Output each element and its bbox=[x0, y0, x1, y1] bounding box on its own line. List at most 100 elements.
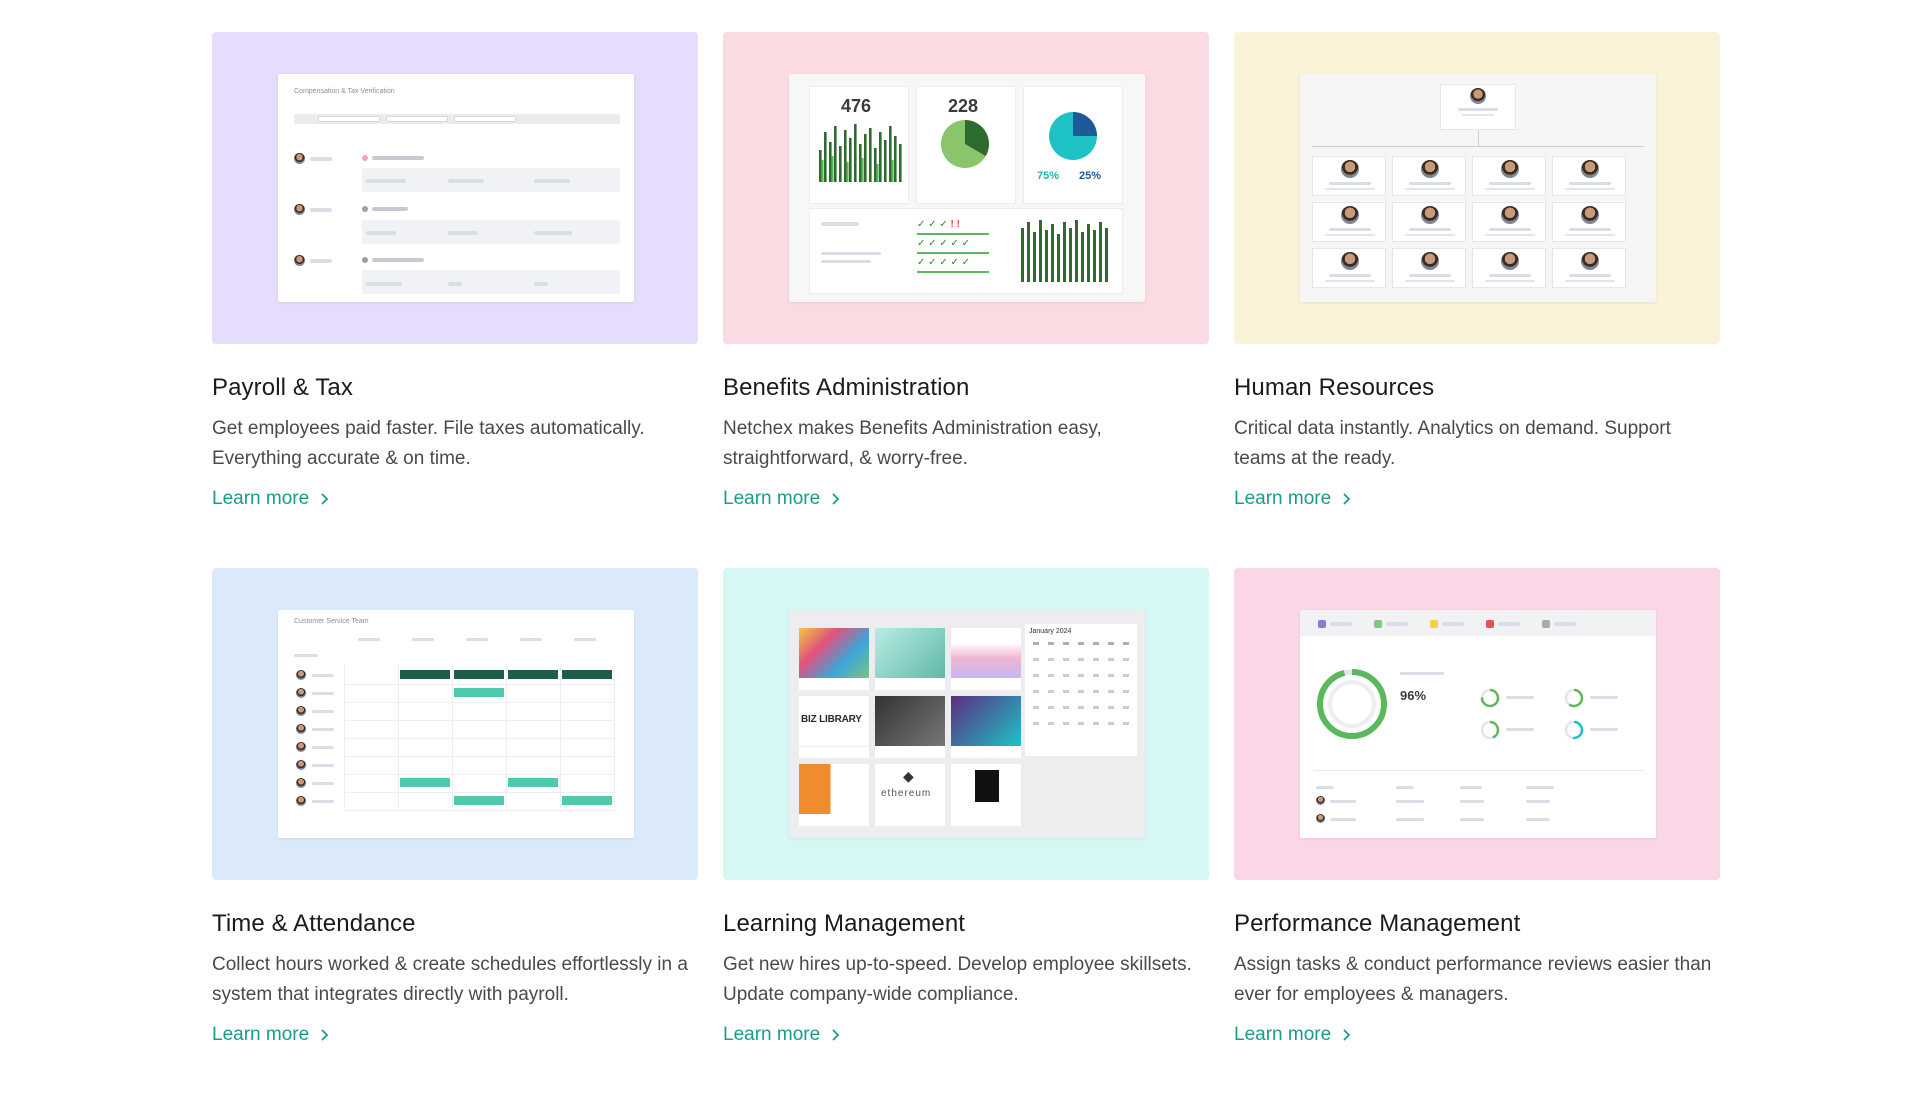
payroll-preview-title: Compensation & Tax Verification bbox=[294, 88, 395, 95]
learn-more-label: Learn more bbox=[723, 488, 821, 509]
org-chart-card bbox=[1312, 202, 1386, 242]
card-description: Get employees paid faster. File taxes au… bbox=[212, 418, 645, 469]
card-time-attendance: Customer Service Team Time & Attendance … bbox=[212, 568, 698, 1104]
org-chart-card bbox=[1392, 202, 1466, 242]
performance-preview: 96% bbox=[1300, 610, 1656, 838]
card-description: Get new hires up-to-speed. Develop emplo… bbox=[723, 954, 1192, 1005]
chevron-right-icon bbox=[1343, 493, 1351, 505]
avatar bbox=[296, 742, 306, 752]
performance-ring bbox=[1317, 669, 1387, 739]
time-hero: Customer Service Team bbox=[212, 568, 698, 880]
org-chart-preview bbox=[1300, 74, 1656, 302]
course-library-preview: BIZ LIBRARY ethereum ◆ January 2024 bbox=[789, 610, 1145, 838]
learn-more-link-payroll[interactable]: Learn more bbox=[212, 484, 329, 514]
avatar bbox=[1501, 206, 1519, 224]
mini-ring-3 bbox=[1564, 688, 1584, 708]
card-title: Payroll & Tax bbox=[212, 374, 353, 401]
schedule-preview: Customer Service Team bbox=[278, 610, 634, 838]
hr-hero bbox=[1234, 32, 1720, 344]
avatar bbox=[296, 670, 306, 680]
mini-ring-4 bbox=[1564, 720, 1584, 740]
pie-chart-green bbox=[941, 119, 990, 168]
avatar bbox=[296, 724, 306, 734]
ethereum-label: ethereum bbox=[881, 788, 932, 799]
org-chart-card bbox=[1472, 248, 1546, 288]
org-chart-card bbox=[1472, 202, 1546, 242]
org-chart-card bbox=[1552, 156, 1626, 196]
shift-block bbox=[508, 778, 558, 787]
card-human-resources: Human Resources Critical data instantly.… bbox=[1234, 32, 1720, 568]
avatar bbox=[1421, 252, 1439, 270]
learn-more-link-benefits[interactable]: Learn more bbox=[723, 484, 840, 514]
org-chart-card bbox=[1552, 248, 1626, 288]
org-chart-card bbox=[1312, 156, 1386, 196]
card-title: Human Resources bbox=[1234, 374, 1435, 401]
learn-more-label: Learn more bbox=[1234, 1024, 1332, 1045]
performance-score: 96% bbox=[1400, 688, 1427, 703]
shift-block bbox=[400, 670, 450, 679]
learn-more-label: Learn more bbox=[723, 1024, 821, 1045]
bar-sparkline-1 bbox=[819, 124, 902, 182]
card-learning-management: BIZ LIBRARY ethereum ◆ January 2024 Lear… bbox=[723, 568, 1209, 1104]
chevron-right-icon bbox=[832, 493, 840, 505]
card-payroll-tax: Compensation & Tax Verification Payroll … bbox=[212, 32, 698, 568]
avatar bbox=[1581, 252, 1599, 270]
stat-228: 228 bbox=[948, 96, 979, 116]
mini-ring-1 bbox=[1480, 688, 1500, 708]
learn-more-label: Learn more bbox=[212, 1024, 310, 1045]
avatar bbox=[296, 760, 306, 770]
learn-more-link-performance[interactable]: Learn more bbox=[1234, 1020, 1351, 1050]
card-title: Time & Attendance bbox=[212, 910, 416, 937]
card-description: Critical data instantly. Analytics on de… bbox=[1234, 418, 1671, 469]
pct-25: 25% bbox=[1079, 170, 1102, 182]
calendar-title: January 2024 bbox=[1029, 628, 1072, 635]
shift-block bbox=[562, 670, 612, 679]
avatar bbox=[1581, 206, 1599, 224]
benefits-preview: 476 228 75% 25% ✓ ✓ ✓ ! ! ✓ ✓ ✓ ✓ ✓ ✓ ✓ … bbox=[789, 74, 1145, 302]
shift-block bbox=[400, 778, 450, 787]
schedule-preview-title: Customer Service Team bbox=[294, 618, 369, 625]
shift-block bbox=[454, 796, 504, 805]
stat-476: 476 bbox=[841, 96, 872, 116]
org-chart-card bbox=[1312, 248, 1386, 288]
card-benefits-administration: 476 228 75% 25% ✓ ✓ ✓ ! ! ✓ ✓ ✓ ✓ ✓ ✓ ✓ … bbox=[723, 32, 1209, 568]
bar-sparkline-2 bbox=[1021, 220, 1108, 282]
avatar bbox=[1341, 252, 1359, 270]
ethereum-icon: ◆ bbox=[903, 768, 914, 784]
avatar bbox=[1581, 160, 1599, 178]
avatar bbox=[1341, 160, 1359, 178]
learn-more-label: Learn more bbox=[1234, 488, 1332, 509]
learn-more-label: Learn more bbox=[212, 488, 310, 509]
card-description: Netchex makes Benefits Administration ea… bbox=[723, 418, 1102, 469]
benefits-hero: 476 228 75% 25% ✓ ✓ ✓ ! ! ✓ ✓ ✓ ✓ ✓ ✓ ✓ … bbox=[723, 32, 1209, 344]
avatar bbox=[1501, 252, 1519, 270]
avatar bbox=[296, 706, 306, 716]
avatar bbox=[296, 796, 306, 806]
card-title: Learning Management bbox=[723, 910, 966, 937]
org-chart-card bbox=[1392, 156, 1466, 196]
checklist: ✓ ✓ ✓ ! ! ✓ ✓ ✓ ✓ ✓ ✓ ✓ ✓ ✓ ✓ bbox=[917, 216, 989, 273]
product-grid: Compensation & Tax Verification Payroll … bbox=[212, 32, 1720, 1104]
org-chart-card bbox=[1392, 248, 1466, 288]
payroll-hero: Compensation & Tax Verification bbox=[212, 32, 698, 344]
learn-more-link-hr[interactable]: Learn more bbox=[1234, 484, 1351, 514]
avatar bbox=[1421, 160, 1439, 178]
card-description: Assign tasks & conduct performance revie… bbox=[1234, 954, 1712, 1005]
card-title: Benefits Administration bbox=[723, 374, 970, 401]
card-performance-management: 96% Performance Management Assign tasks … bbox=[1234, 568, 1720, 1104]
shift-block bbox=[454, 670, 504, 679]
learn-more-link-learning[interactable]: Learn more bbox=[723, 1020, 840, 1050]
card-title: Performance Management bbox=[1234, 910, 1521, 937]
avatar bbox=[1421, 206, 1439, 224]
avatar bbox=[296, 778, 306, 788]
chevron-right-icon bbox=[321, 1029, 329, 1041]
shift-block bbox=[508, 670, 558, 679]
avatar bbox=[1341, 206, 1359, 224]
pct-75: 75% bbox=[1037, 170, 1060, 182]
org-chart-card bbox=[1472, 156, 1546, 196]
chevron-right-icon bbox=[832, 1029, 840, 1041]
shift-block bbox=[454, 688, 504, 697]
learn-more-link-time[interactable]: Learn more bbox=[212, 1020, 329, 1050]
payroll-preview: Compensation & Tax Verification bbox=[278, 74, 634, 302]
performance-hero: 96% bbox=[1234, 568, 1720, 880]
